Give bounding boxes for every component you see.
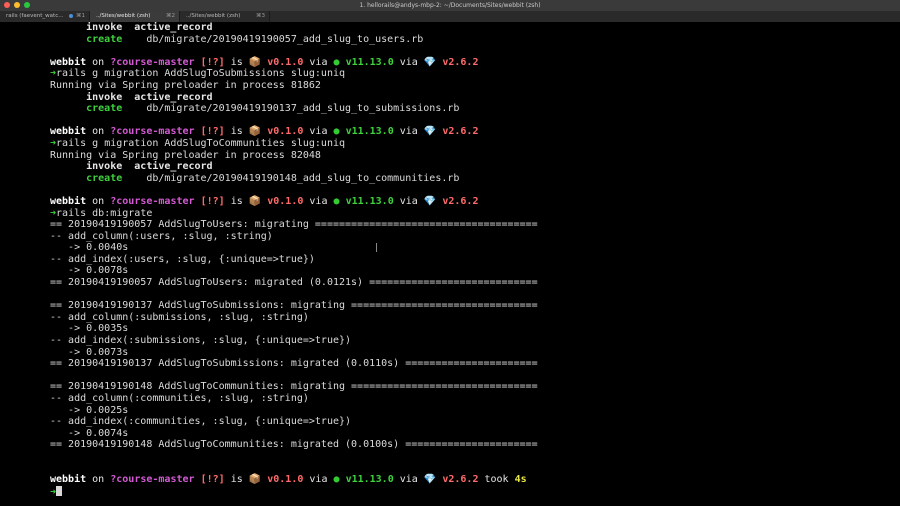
output-line: invoke active_record [50, 22, 213, 33]
node-icon: ● [333, 474, 340, 486]
output-line: create db/migrate/20190419190148_add_slu… [50, 172, 460, 184]
output-line: == 20190419190137 AddSlugToSubmissions: … [50, 300, 538, 312]
package-icon: 📦 [248, 126, 262, 138]
output-line: create db/migrate/20190419190137_add_slu… [50, 103, 460, 115]
tab-label: ../Sites/webbit (zsh) [96, 13, 151, 19]
tab-rails[interactable]: rails (faevent_watc... ⌘1 [0, 11, 90, 22]
terminal-output[interactable]: invoke active_record create db/migrate/2… [50, 22, 895, 506]
output-line: == 20190419190148 AddSlugToCommunities: … [50, 439, 538, 451]
close-window-button[interactable] [4, 2, 10, 8]
text-cursor [56, 485, 63, 496]
activity-dot-icon [69, 13, 73, 18]
output-line: Running via Spring preloader in process … [50, 149, 321, 161]
minimize-window-button[interactable] [14, 2, 20, 8]
tab-webbit-2[interactable]: ../Sites/webbit (zsh) ⌘3 [180, 11, 270, 22]
node-icon: ● [333, 126, 340, 138]
package-icon: 📦 [248, 56, 262, 68]
mouse-ibeam-cursor-icon [376, 243, 377, 252]
output-line: -- add_column(:users, :slug, :string) [50, 230, 273, 242]
output-line: -> 0.0025s [50, 404, 129, 416]
output-line: == 20190419190057 AddSlugToUsers: migrat… [50, 277, 538, 289]
output-line: -- add_column(:submissions, :slug, :stri… [50, 311, 309, 323]
prompt-line: webbit on ?course-master [!?] is 📦 v0.1.… [50, 195, 479, 207]
output-line: invoke active_record [50, 161, 213, 173]
tab-bar: rails (faevent_watc... ⌘1 ../Sites/webbi… [0, 11, 900, 22]
package-icon: 📦 [248, 195, 262, 207]
output-line: create db/migrate/20190419190057_add_slu… [50, 33, 424, 45]
prompt-line: webbit on ?course-master [!?] is 📦 v0.1.… [50, 126, 479, 138]
prompt-line: webbit on ?course-master [!?] is 📦 v0.1.… [50, 474, 527, 486]
output-line: -- add_index(:submissions, :slug, {:uniq… [50, 335, 352, 347]
output-line: -- add_column(:communities, :slug, :stri… [50, 393, 309, 404]
ruby-gem-icon: 💎 [423, 195, 437, 207]
prompt-line: webbit on ?course-master [!?] is 📦 v0.1.… [50, 56, 479, 68]
command-line: ➜rails g migration AddSlugToCommunities … [50, 137, 346, 149]
tab-label: ../Sites/webbit (zsh) [186, 13, 241, 19]
output-line: -> 0.0040s [50, 242, 129, 254]
output-line: == 20190419190057 AddSlugToUsers: migrat… [50, 219, 538, 231]
output-line: -> 0.0035s [50, 323, 129, 335]
package-icon: 📦 [248, 474, 262, 486]
tab-shortcut: ⌘3 [256, 13, 265, 19]
tab-webbit-active[interactable]: ../Sites/webbit (zsh) ⌘2 [90, 11, 180, 22]
output-line: -> 0.0074s [50, 427, 129, 439]
output-line: -- add_index(:users, :slug, {:unique=>tr… [50, 253, 315, 265]
output-line: Running via Spring preloader in process … [50, 79, 321, 91]
output-line: invoke active_record [50, 91, 213, 103]
node-icon: ● [333, 195, 340, 207]
title-bar: 1. hellorails@andys-mbp-2: ~/Documents/S… [0, 0, 900, 11]
output-line: -- add_index(:communities, :slug, {:uniq… [50, 416, 352, 428]
tab-shortcut: ⌘2 [166, 13, 175, 19]
command-line[interactable]: ➜ [50, 485, 895, 498]
terminal-window: 1. hellorails@andys-mbp-2: ~/Documents/S… [0, 0, 900, 506]
window-title: 1. hellorails@andys-mbp-2: ~/Documents/S… [359, 2, 541, 9]
ruby-gem-icon: 💎 [423, 56, 437, 68]
output-line: == 20190419190148 AddSlugToCommunities: … [50, 381, 538, 393]
command-line: ➜rails db:migrate [50, 207, 153, 219]
tab-shortcut: ⌘1 [69, 11, 85, 22]
output-line: == 20190419190137 AddSlugToSubmissions: … [50, 358, 538, 370]
ruby-gem-icon: 💎 [423, 474, 437, 486]
node-icon: ● [333, 56, 340, 68]
tab-label: rails (faevent_watc... [6, 13, 64, 19]
window-controls [4, 2, 30, 8]
zoom-window-button[interactable] [24, 2, 30, 8]
command-line: ➜rails g migration AddSlugToSubmissions … [50, 68, 346, 80]
output-line: -> 0.0073s [50, 346, 129, 358]
ruby-gem-icon: 💎 [423, 126, 437, 138]
output-line: -> 0.0078s [50, 265, 129, 277]
